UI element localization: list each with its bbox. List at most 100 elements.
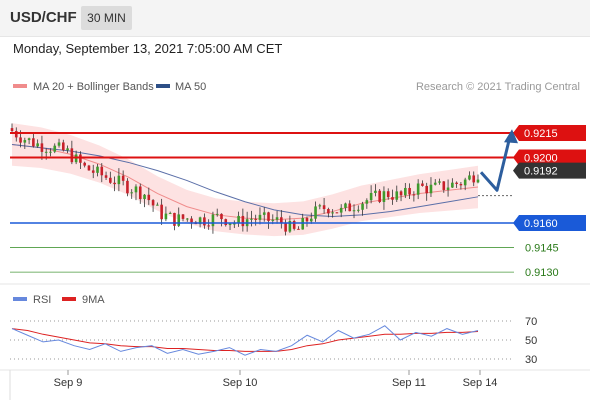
candle-body (425, 185, 428, 194)
candle-body (70, 148, 74, 163)
candle-body (87, 165, 91, 171)
candle-body (309, 218, 313, 222)
x-tick-label: Sep 14 (463, 377, 498, 389)
candle-body (318, 205, 322, 207)
bollinger-band (12, 123, 478, 237)
candle-body (117, 175, 121, 185)
x-tick-label: Sep 9 (54, 377, 83, 389)
rsi-legend-label: RSI (33, 294, 51, 306)
candle-body (40, 143, 44, 152)
candle-body (292, 221, 296, 229)
candle-body (241, 215, 245, 227)
ma50-legend-swatch (156, 84, 170, 88)
candle-body (271, 219, 275, 221)
bollinger-legend-swatch (13, 84, 27, 88)
candle-body (395, 191, 399, 200)
rsi-line (11, 325, 479, 356)
x-tick-label: Sep 11 (392, 377, 426, 389)
candle-body (160, 204, 163, 220)
candle-body (344, 203, 347, 208)
candle-body (44, 151, 48, 153)
candle-body (83, 162, 86, 166)
support-1-label: 0.9160 (524, 218, 558, 230)
candle-body (463, 179, 467, 186)
candle-body (262, 212, 266, 215)
rsi-level-label-30: 30 (525, 354, 537, 366)
candle-body (305, 218, 309, 222)
candle-body (374, 190, 377, 193)
candle-body (185, 218, 189, 220)
ma50-legend-label: MA 50 (175, 81, 206, 93)
candle-body (322, 205, 326, 210)
candle-body (156, 204, 159, 206)
candle-body (275, 217, 279, 220)
candle-body (369, 192, 373, 201)
candle-body (399, 191, 403, 196)
candle-body (451, 182, 454, 188)
candle-body (91, 170, 95, 173)
candle-body (472, 175, 476, 183)
candle-body (280, 217, 283, 223)
ma9-legend-swatch (62, 297, 76, 301)
forecast-arrow (479, 135, 512, 192)
candle-body (348, 203, 352, 212)
candle-body (32, 138, 35, 147)
candle-body (442, 181, 446, 190)
candle-body (36, 143, 39, 147)
candle-body (126, 180, 129, 194)
chart-canvas: MA 20 + Bollinger Bands MA 50 Research ©… (0, 81, 590, 400)
candle-body (365, 200, 369, 204)
candle-body (100, 166, 104, 176)
candle-body (190, 218, 193, 223)
candle-body (433, 182, 437, 185)
candle-body (412, 194, 416, 196)
target-2-label: 0.9130 (525, 267, 559, 279)
candle-body (49, 151, 52, 153)
candle-body (339, 207, 343, 213)
rsi-plot: 70 50 30 (10, 316, 537, 366)
candle-body (314, 206, 317, 219)
candle-body (134, 186, 138, 193)
candle-body (327, 209, 330, 214)
candle-body (476, 179, 480, 183)
candle-body (173, 212, 176, 226)
candle-body (382, 191, 386, 203)
candle-body (147, 194, 151, 201)
candle-body (19, 137, 22, 143)
candle-body (181, 214, 185, 219)
candle-body (386, 191, 390, 198)
candle-body (228, 223, 232, 226)
candle-body (215, 213, 219, 215)
candle-body (96, 166, 99, 173)
candle-body (164, 213, 168, 220)
candle-body (113, 182, 116, 185)
candle-body (459, 183, 463, 186)
candle-body (168, 212, 172, 214)
candle-body (429, 184, 433, 194)
candle-body (446, 187, 450, 190)
candle-body (121, 175, 125, 181)
candle-body (23, 140, 27, 143)
resistance-1-label: 0.9215 (524, 128, 558, 140)
candle-body (404, 187, 407, 196)
candle-body (66, 148, 69, 151)
candle-body (177, 214, 181, 226)
current-price-label: 0.9192 (524, 166, 558, 178)
candle-body (62, 142, 65, 151)
price-plot (10, 123, 480, 237)
candle-body (438, 181, 441, 183)
candle-body (53, 145, 57, 152)
candle-body (267, 212, 270, 221)
candle-body (57, 142, 61, 146)
credit-label: Research © 2021 Trading Central (416, 81, 580, 93)
x-axis: Sep 9 Sep 10 Sep 11 Sep 14 (9, 370, 498, 400)
candle-body (27, 138, 31, 141)
candle-body (421, 183, 424, 186)
candle-body (356, 209, 360, 211)
candle-body (207, 225, 210, 227)
candle-body (211, 214, 215, 227)
candle-body (254, 218, 257, 220)
candle-body (79, 154, 82, 163)
candle-body (416, 183, 420, 195)
candle-body (104, 175, 108, 178)
